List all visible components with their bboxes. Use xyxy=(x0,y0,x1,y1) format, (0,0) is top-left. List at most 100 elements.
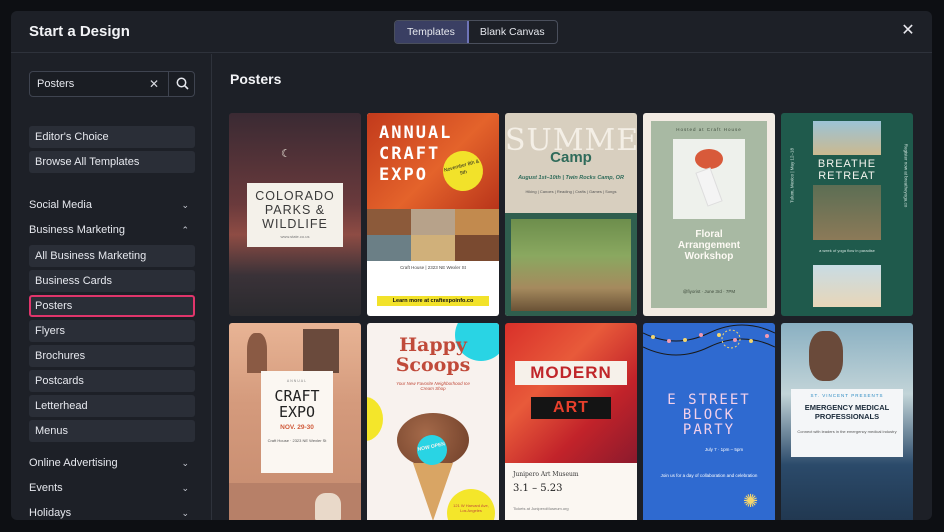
vase-shape xyxy=(315,493,341,520)
poster-subtitle: August 1st–10th | Twin Rocks Camp, OR xyxy=(518,175,624,181)
leaf-shape xyxy=(247,333,267,373)
poster-title-line: CRAFT xyxy=(379,144,441,164)
chevron-down-icon: ⌄ xyxy=(181,508,189,518)
poster-title-line: RETREAT xyxy=(818,170,876,182)
sidebar-item-menus[interactable]: Menus xyxy=(29,420,195,442)
template-card-breathe-retreat[interactable]: BREATHE RETREAT a week of yoga flow in p… xyxy=(781,113,913,316)
chevron-down-icon: ⌄ xyxy=(181,458,189,468)
poster-info: Hiking | Canoes | Reading | Crafts | Gam… xyxy=(525,189,617,194)
poster-title-line: PARTY xyxy=(682,422,736,438)
poster-subtitle: a week of yoga flow in paradise xyxy=(819,248,875,253)
close-icon[interactable]: ✕ xyxy=(900,23,916,39)
poster-title-line: WILDLIFE xyxy=(262,217,328,231)
poster-title-line: ANNUAL xyxy=(379,123,453,143)
template-card-block-party[interactable]: E STREET BLOCK PARTY July 7 · 1pm – 5pm … xyxy=(643,323,775,520)
sidebar-item-postcards[interactable]: Postcards xyxy=(29,370,195,392)
template-card-happy-scoops[interactable]: Happy Scoops Your New Favorite Neighborh… xyxy=(367,323,499,520)
sidebar-item-letterhead[interactable]: Letterhead xyxy=(29,395,195,417)
craft-photo-grid xyxy=(367,209,499,261)
tab-blank-canvas[interactable]: Blank Canvas xyxy=(468,21,557,43)
template-card-emergency-medical[interactable]: ST. VINCENT PRESENTS EMERGENCY MEDICAL P… xyxy=(781,323,913,520)
template-card-annual-craft-expo[interactable]: ANNUAL CRAFT EXPO November 8th & 9th Cra… xyxy=(367,113,499,316)
category-label: Social Media xyxy=(29,199,92,211)
sidebar-item-posters[interactable]: Posters xyxy=(29,295,195,317)
search-input[interactable] xyxy=(30,72,166,96)
poster-title-line: MODERN xyxy=(515,361,627,385)
poster-cta: Learn more at craftexpoinfo.co xyxy=(377,296,489,306)
poster-title-line: EXPO xyxy=(278,403,316,421)
poster-title-line: Arrangement xyxy=(677,240,741,251)
poster-title-line: Floral xyxy=(695,229,723,240)
search-icon xyxy=(176,77,189,90)
poster-info: Tickets at JuniperoMuseum.org xyxy=(513,506,569,511)
poster-top-text: ST. VINCENT PRESENTS xyxy=(810,393,884,398)
poster-side-text: Tulum, Mexico | May 12–18 xyxy=(789,147,795,204)
gallery-title: Posters xyxy=(230,71,282,87)
poster-date: NOV. 29-30 xyxy=(280,424,314,431)
decor-circle xyxy=(367,397,383,441)
category-social-media[interactable]: Social Media ⌄ xyxy=(29,195,195,215)
poster-title-line: E STREET xyxy=(667,392,751,408)
poster-title-line: PROFESSIONALS xyxy=(814,412,880,421)
poster-info: Join us for a day of collaboration and c… xyxy=(660,473,758,478)
sidebar-item-flyers[interactable]: Flyers xyxy=(29,320,195,342)
search-button[interactable] xyxy=(168,72,195,96)
poster-title-line: Workshop xyxy=(684,251,734,262)
chevron-down-icon: ⌄ xyxy=(181,200,189,210)
template-card-colorado-parks[interactable]: ☾ COLORADO PARKS & WILDLIFE www.state.co… xyxy=(229,113,361,316)
category-label: Business Marketing xyxy=(29,224,125,236)
template-card-modern-art[interactable]: MODERN ART Junipero Art Museum 3.1 – 5.2… xyxy=(505,323,637,520)
poster-footer: www.state.co.us xyxy=(280,234,310,239)
category-label: Holidays xyxy=(29,507,72,519)
poster-top-text: Hosted at Craft House xyxy=(676,127,742,132)
poster-title-line: EMERGENCY MEDICAL xyxy=(804,403,890,412)
poster-info: Craft House · 2323 NE Wexler St xyxy=(267,438,327,443)
flowers xyxy=(695,149,723,169)
category-holidays[interactable]: Holidays ⌄ xyxy=(29,503,195,520)
poster-title-line: BLOCK xyxy=(682,407,736,423)
clear-icon[interactable]: ✕ xyxy=(147,77,161,91)
editors-choice-button[interactable]: Editor's Choice xyxy=(29,126,195,148)
poster-title-line: COLORADO xyxy=(255,189,335,203)
sidebar-item-brochures[interactable]: Brochures xyxy=(29,345,195,367)
category-business-marketing[interactable]: Business Marketing ⌃ xyxy=(29,220,195,240)
string-lights xyxy=(643,324,775,356)
poster-date: July 7 · 1pm – 5pm xyxy=(704,447,744,452)
poster-top-text: ANNUAL xyxy=(286,379,308,383)
chevron-down-icon: ⌄ xyxy=(181,483,189,493)
yoga-photo xyxy=(813,185,881,240)
tab-templates[interactable]: Templates xyxy=(394,21,469,43)
category-label: Online Advertising xyxy=(29,457,118,469)
doctor-photo xyxy=(809,331,843,381)
chevron-up-icon: ⌃ xyxy=(181,225,189,235)
poster-title-line: ART xyxy=(531,397,611,419)
sidebar-item-all-business-marketing[interactable]: All Business Marketing xyxy=(29,245,195,267)
template-gallery: Posters ☾ COLORADO PARKS & WILDLIFE www.… xyxy=(213,54,932,520)
category-events[interactable]: Events ⌄ xyxy=(29,478,195,498)
mode-toggle: Templates Blank Canvas xyxy=(394,20,558,44)
search-box: ✕ xyxy=(29,71,195,97)
sidebar: ✕ Editor's Choice Browse All Templates S… xyxy=(11,54,212,520)
poster-info: @fiyorist · June 3rd · 7PM xyxy=(682,289,736,294)
poster-date: 3.1 – 5.23 xyxy=(513,483,563,494)
moon-icon: ☾ xyxy=(281,148,291,160)
poster-title-line: BREATHE xyxy=(817,158,877,170)
dialog-header: Start a Design Templates Blank Canvas ✕ xyxy=(11,11,932,53)
dialog-title: Start a Design xyxy=(29,23,130,40)
poster-title-line: Camp xyxy=(550,149,592,166)
category-online-advertising[interactable]: Online Advertising ⌄ xyxy=(29,453,195,473)
poster-title-line: Happy xyxy=(399,334,467,356)
pottery-photo xyxy=(229,483,361,520)
browse-all-templates-button[interactable]: Browse All Templates xyxy=(29,151,195,173)
template-card-craft-expo[interactable]: ANNUAL CRAFT EXPO NOV. 29-30 Craft House… xyxy=(229,323,361,520)
poster-subtitle: Your New Favorite Neighborhood Ice Cream… xyxy=(396,381,470,391)
template-card-floral-workshop[interactable]: Hosted at Craft House Floral Arrangement… xyxy=(643,113,775,316)
campers-photo xyxy=(511,219,631,311)
template-card-summer-camp[interactable]: SUMMER Camp August 1st–10th | Twin Rocks… xyxy=(505,113,637,316)
sidebar-item-business-cards[interactable]: Business Cards xyxy=(29,270,195,292)
poster-address: Craft House | 2323 NE Wexler St xyxy=(400,265,466,270)
firework-icon: ✺ xyxy=(743,491,759,511)
poster-title-line: EXPO xyxy=(379,165,428,185)
leaf-shape xyxy=(303,329,339,373)
poster-venue: Junipero Art Museum xyxy=(513,471,579,478)
